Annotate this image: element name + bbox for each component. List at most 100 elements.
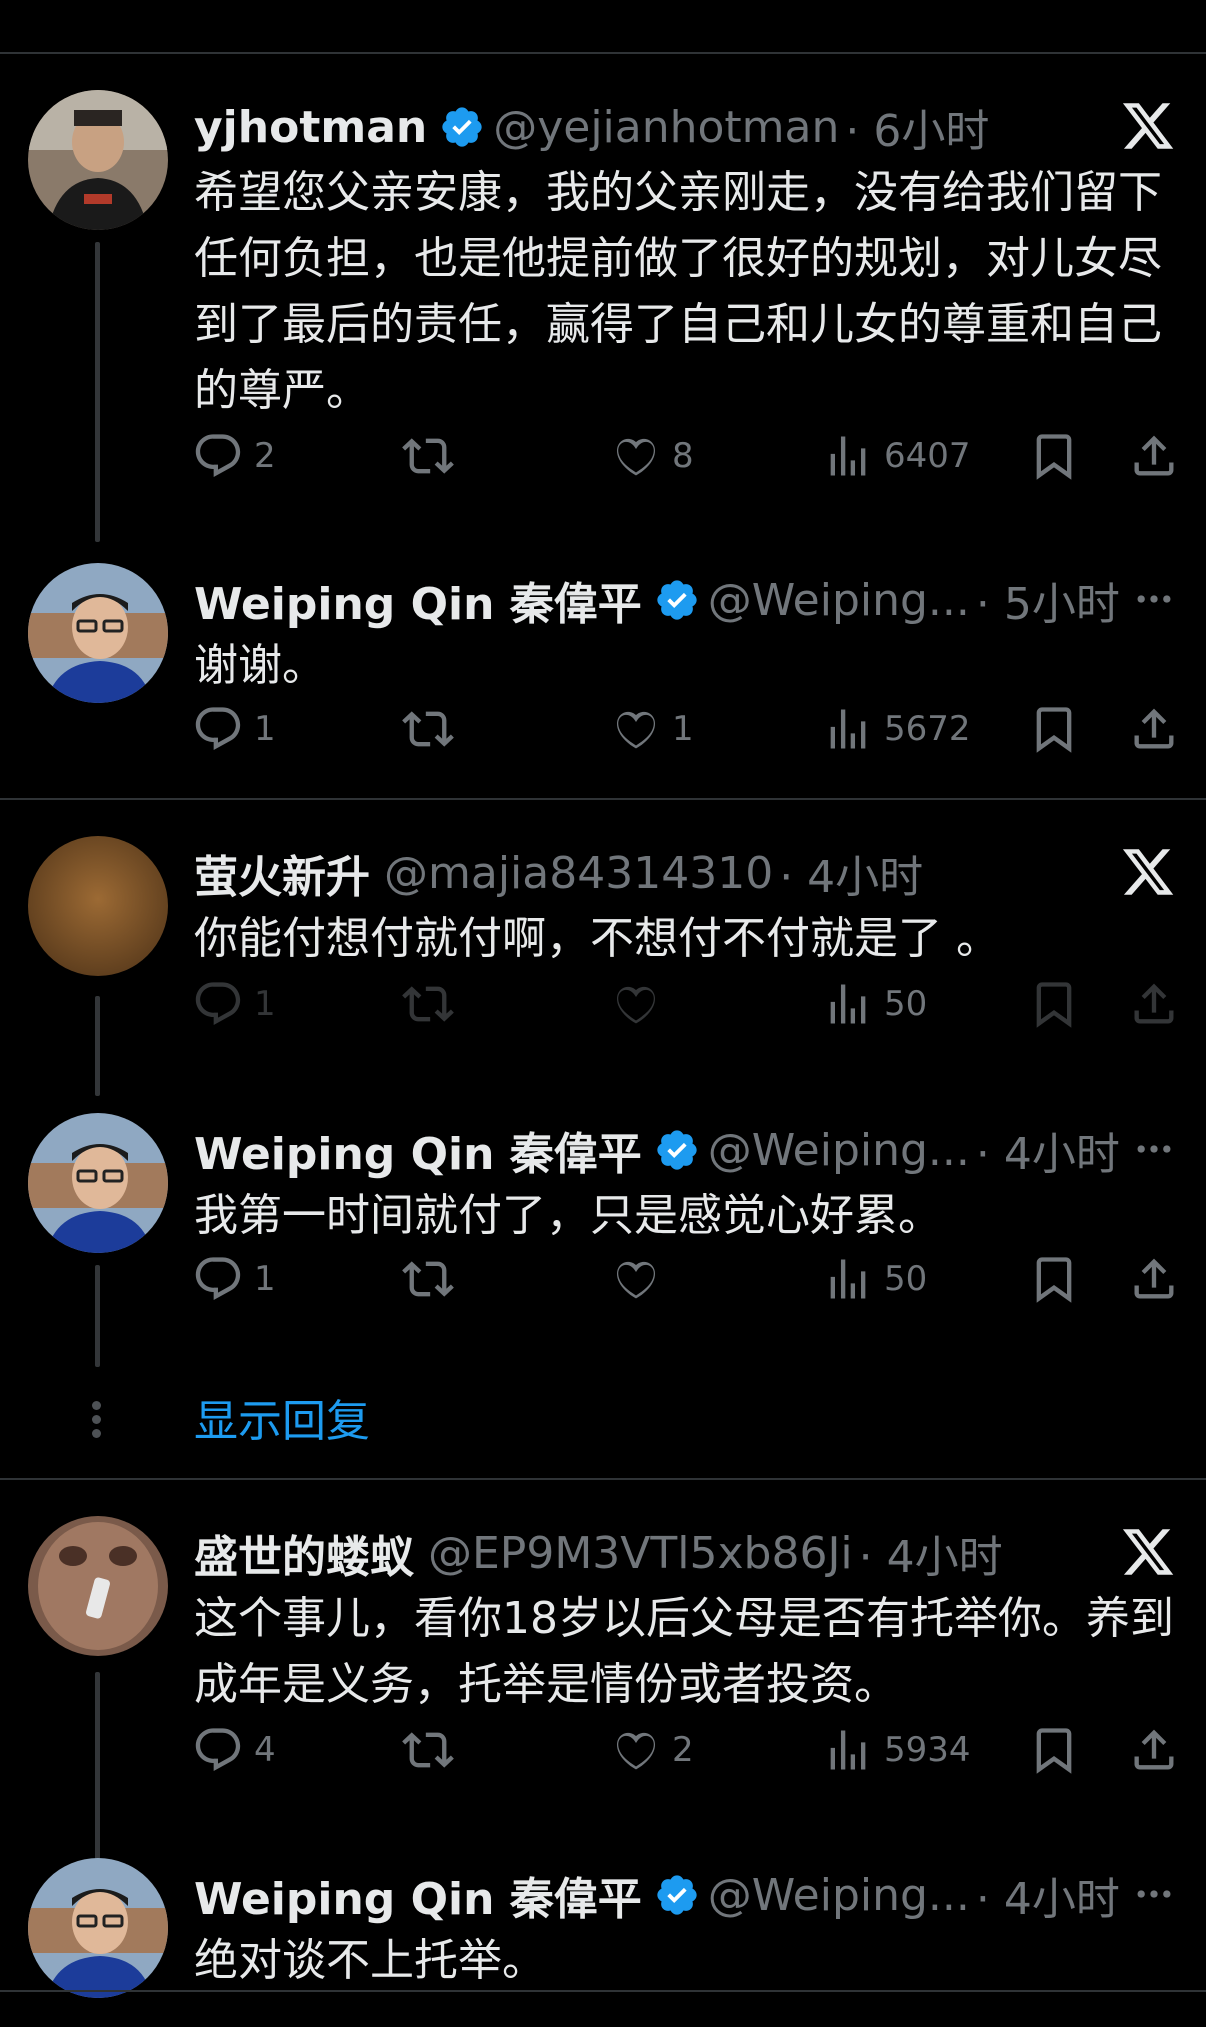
section-divider bbox=[0, 798, 1206, 800]
reply-icon bbox=[195, 434, 241, 477]
views-count: 50 bbox=[884, 1259, 928, 1299]
avatar[interactable] bbox=[28, 836, 168, 976]
more-icon[interactable] bbox=[1132, 577, 1176, 621]
reply-button[interactable]: 1 bbox=[192, 978, 276, 1030]
share-button[interactable] bbox=[1128, 1724, 1180, 1776]
timestamp[interactable]: · 4小时 bbox=[779, 841, 923, 905]
tweet-header: Weiping Qin 秦偉平 @Weiping... · 4小时 bbox=[194, 1119, 1120, 1181]
share-icon bbox=[1134, 435, 1174, 476]
share-icon bbox=[1134, 1729, 1174, 1770]
share-icon bbox=[1134, 983, 1174, 1024]
handle[interactable]: @Weiping... bbox=[708, 1125, 970, 1176]
bookmark-button[interactable] bbox=[1028, 703, 1080, 755]
share-button[interactable] bbox=[1128, 978, 1180, 1030]
like-count: 8 bbox=[672, 436, 694, 476]
bookmark-button[interactable] bbox=[1028, 1253, 1080, 1305]
like-button[interactable]: 1 bbox=[610, 703, 694, 755]
like-button[interactable] bbox=[610, 978, 672, 1030]
tweet-text: 这个事儿，看你18岁以后父母是否有托举你。养到成年是义务，托举是情份或者投资。 bbox=[194, 1593, 1174, 1710]
more-icon[interactable] bbox=[1132, 1872, 1176, 1916]
bookmark-button[interactable] bbox=[1028, 430, 1080, 482]
views-icon bbox=[830, 1259, 866, 1299]
tweet-actions: 1 50 bbox=[192, 1253, 1182, 1313]
retweet-button[interactable] bbox=[402, 1724, 464, 1776]
thread-line bbox=[95, 996, 100, 1096]
display-name[interactable]: Weiping Qin 秦偉平 bbox=[194, 1118, 642, 1182]
timestamp[interactable]: · 4小时 bbox=[976, 1863, 1120, 1927]
tweet-text: 希望您父亲安康，我的父亲刚走，没有给我们留下任何负担，也是他提前做了很好的规划，… bbox=[194, 167, 1162, 416]
timestamp[interactable]: · 6小时 bbox=[845, 95, 989, 159]
bookmark-icon bbox=[1036, 434, 1072, 480]
tweet-header: 盛世的蝼蚁 @EP9M3VTl5xb86Ji · 4小时 bbox=[194, 1522, 1003, 1584]
x-logo-icon[interactable] bbox=[1120, 844, 1176, 900]
display-name[interactable]: 萤火新升 bbox=[194, 841, 370, 905]
views-count: 6407 bbox=[884, 436, 971, 476]
display-name[interactable]: Weiping Qin 秦偉平 bbox=[194, 1863, 642, 1927]
tweet-text: 我第一时间就付了，只是感觉心好累。 bbox=[194, 1190, 942, 1241]
avatar[interactable] bbox=[28, 1858, 168, 1998]
like-button[interactable] bbox=[610, 1253, 672, 1305]
retweet-icon bbox=[402, 1261, 454, 1297]
share-icon bbox=[1134, 708, 1174, 749]
heart-icon bbox=[616, 1732, 656, 1770]
reply-button[interactable]: 2 bbox=[192, 430, 276, 482]
share-button[interactable] bbox=[1128, 1253, 1180, 1305]
handle[interactable]: @majia84314310 bbox=[384, 848, 773, 899]
reply-button[interactable]: 4 bbox=[192, 1724, 276, 1776]
x-logo-icon[interactable] bbox=[1120, 98, 1176, 154]
verified-badge-icon bbox=[442, 107, 482, 147]
timestamp[interactable]: · 4小时 bbox=[859, 1521, 1003, 1585]
avatar[interactable] bbox=[28, 563, 168, 703]
reply-icon bbox=[195, 1257, 241, 1300]
share-button[interactable] bbox=[1128, 703, 1180, 755]
views-icon bbox=[830, 436, 866, 476]
avatar[interactable] bbox=[28, 90, 168, 230]
more-icon[interactable] bbox=[1132, 1127, 1176, 1171]
views-icon bbox=[830, 984, 866, 1024]
x-logo-icon[interactable] bbox=[1120, 1524, 1176, 1580]
tweet-text: 谢谢。 bbox=[194, 640, 326, 691]
heart-icon bbox=[616, 1261, 656, 1299]
views-button[interactable]: 5672 bbox=[822, 703, 971, 755]
bookmark-button[interactable] bbox=[1028, 1724, 1080, 1776]
reply-button[interactable]: 1 bbox=[192, 703, 276, 755]
show-replies-link[interactable]: 显示回复 bbox=[194, 1385, 370, 1449]
handle[interactable]: @Weiping... bbox=[708, 1870, 970, 1921]
timestamp[interactable]: · 5小时 bbox=[976, 568, 1120, 632]
views-button[interactable]: 50 bbox=[822, 978, 927, 1030]
retweet-button[interactable] bbox=[402, 978, 464, 1030]
timestamp[interactable]: · 4小时 bbox=[976, 1118, 1120, 1182]
like-button[interactable]: 8 bbox=[610, 430, 694, 482]
like-count: 1 bbox=[672, 709, 694, 749]
thread-line bbox=[95, 242, 100, 542]
heart-icon bbox=[616, 986, 656, 1024]
display-name[interactable]: yjhotman bbox=[194, 102, 427, 153]
display-name[interactable]: 盛世的蝼蚁 bbox=[194, 1521, 414, 1585]
share-button[interactable] bbox=[1128, 430, 1180, 482]
bookmark-icon bbox=[1036, 1728, 1072, 1774]
retweet-button[interactable] bbox=[402, 703, 464, 755]
views-button[interactable]: 6407 bbox=[822, 430, 971, 482]
heart-icon bbox=[616, 711, 656, 749]
share-icon bbox=[1134, 1258, 1174, 1299]
retweet-button[interactable] bbox=[402, 1253, 464, 1305]
reply-count: 1 bbox=[254, 709, 276, 749]
retweet-icon bbox=[402, 1732, 454, 1768]
handle[interactable]: @EP9M3VTl5xb86Ji bbox=[428, 1528, 853, 1579]
avatar[interactable] bbox=[28, 1516, 168, 1656]
reply-button[interactable]: 1 bbox=[192, 1253, 276, 1305]
thread-dots-icon bbox=[92, 1396, 102, 1443]
views-button[interactable]: 5934 bbox=[822, 1724, 971, 1776]
retweet-button[interactable] bbox=[402, 430, 464, 482]
avatar[interactable] bbox=[28, 1113, 168, 1253]
retweet-icon bbox=[402, 711, 454, 747]
like-button[interactable]: 2 bbox=[610, 1724, 694, 1776]
handle[interactable]: @Weiping... bbox=[708, 575, 970, 626]
tweet-header: Weiping Qin 秦偉平 @Weiping... · 5小时 bbox=[194, 569, 1120, 631]
display-name[interactable]: Weiping Qin 秦偉平 bbox=[194, 568, 642, 632]
handle[interactable]: @yejianhotman bbox=[493, 102, 839, 153]
tweet-header: 萤火新升 @majia84314310 · 4小时 bbox=[194, 842, 923, 904]
bookmark-button[interactable] bbox=[1028, 978, 1080, 1030]
views-button[interactable]: 50 bbox=[822, 1253, 927, 1305]
tweet-text: 绝对谈不上托举。 bbox=[194, 1935, 546, 1986]
